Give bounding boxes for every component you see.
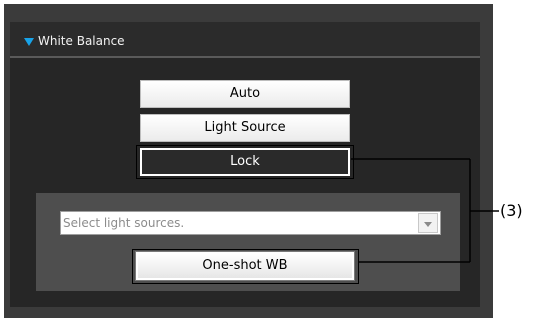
oneshot-wb-button[interactable]: One-shot WB [135, 251, 355, 281]
callout-label: (3) [500, 201, 523, 220]
auto-button[interactable]: Auto [140, 80, 350, 108]
triangle-down-icon[interactable] [24, 38, 34, 46]
light-source-select-placeholder: Select light sources. [63, 216, 185, 230]
lock-button[interactable]: Lock [140, 148, 350, 176]
section-title: White Balance [38, 34, 125, 48]
chevron-down-icon [424, 222, 432, 227]
light-source-button[interactable]: Light Source [140, 114, 350, 142]
